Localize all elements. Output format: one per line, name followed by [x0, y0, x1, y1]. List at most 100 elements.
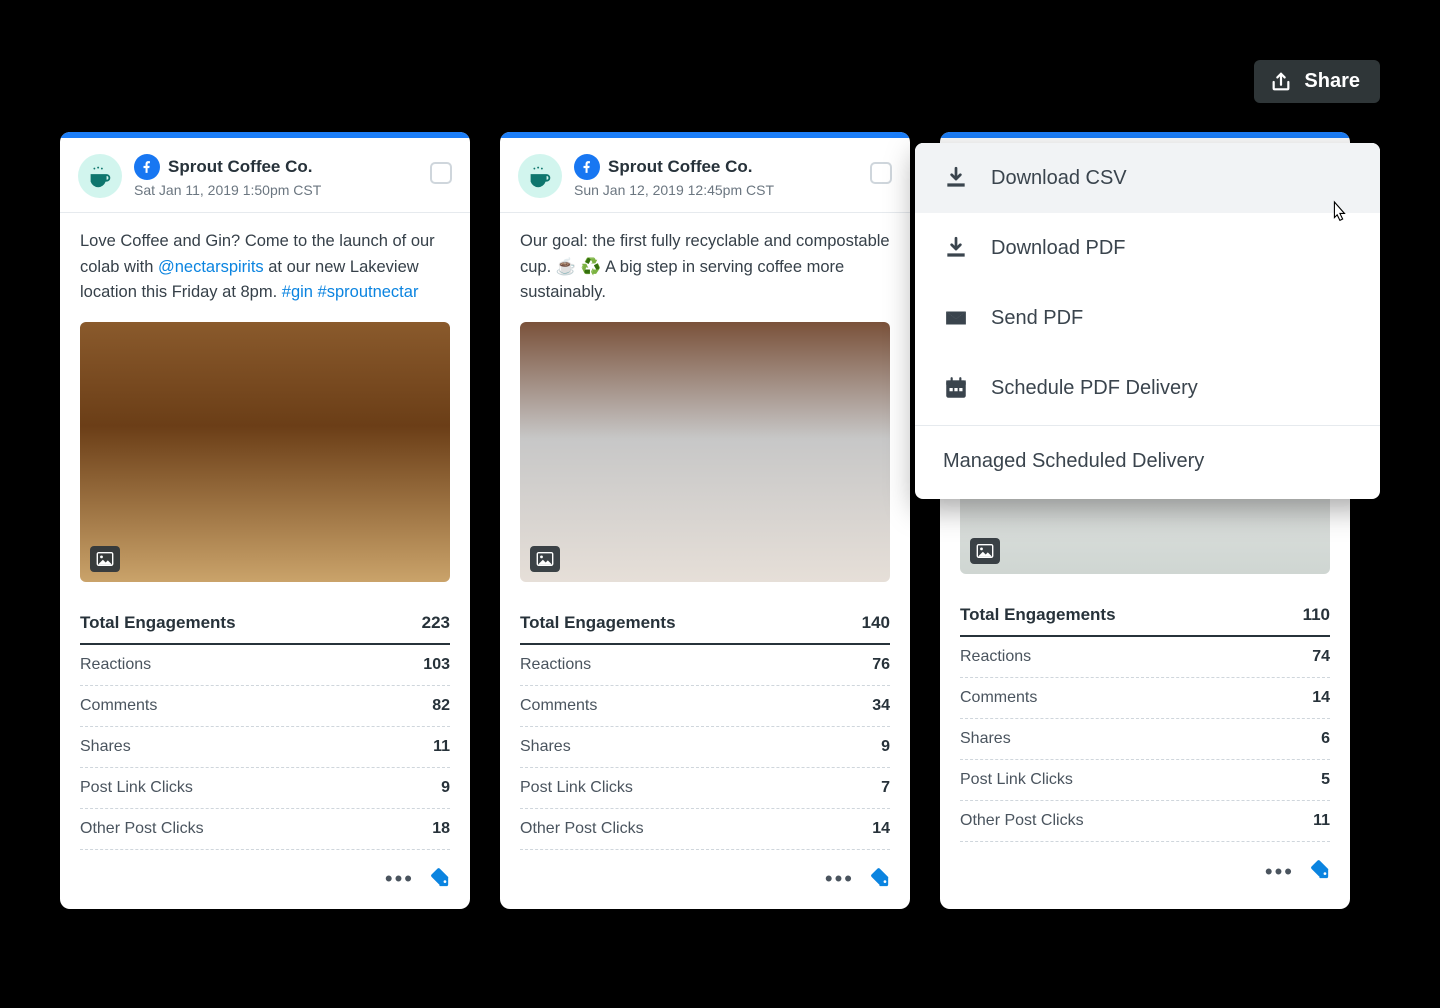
- share-label: Share: [1304, 70, 1360, 93]
- metric-value: 11: [1313, 812, 1330, 830]
- brand-avatar: [518, 154, 562, 198]
- metric-row: Post Link Clicks 9: [80, 768, 450, 809]
- menu-item-send-pdf[interactable]: Send PDF: [915, 283, 1380, 353]
- metric-row: Shares 11: [80, 727, 450, 768]
- menu-item-label: Download CSV: [991, 167, 1127, 190]
- menu-item-download-csv[interactable]: Download CSV: [915, 143, 1380, 213]
- card-accent: [940, 132, 1350, 138]
- hashtag-link[interactable]: #gin #sproutnectar: [282, 283, 419, 301]
- post-image[interactable]: [80, 322, 450, 582]
- facebook-icon: [134, 154, 160, 180]
- metric-row: Reactions76: [520, 645, 890, 686]
- download-icon: [943, 165, 969, 191]
- metric-total-row: Total Engagements 110: [960, 594, 1330, 637]
- facebook-icon: [574, 154, 600, 180]
- metric-row: Other Post Clicks 11: [960, 801, 1330, 842]
- post-timestamp: Sun Jan 12, 2019 12:45pm CST: [574, 182, 774, 198]
- metric-label: Shares: [80, 738, 131, 756]
- metric-value: 11: [433, 738, 450, 756]
- metric-row: Post Link Clicks 7: [520, 768, 890, 809]
- card-footer: •••: [940, 848, 1350, 901]
- metrics-table: Total Engagements 140 Reactions76 Commen…: [500, 582, 910, 856]
- metric-value: 14: [872, 820, 890, 838]
- metric-label: Post Link Clicks: [80, 779, 193, 797]
- metric-total-row: Total Engagements 223: [80, 602, 450, 645]
- company-name: Sprout Coffee Co.: [168, 157, 313, 177]
- cursor-pointer-icon: [1328, 200, 1350, 231]
- metric-label: Other Post Clicks: [80, 820, 204, 838]
- card-footer: •••: [60, 856, 470, 909]
- tag-icon[interactable]: [868, 866, 890, 893]
- menu-item-label: Send PDF: [991, 307, 1083, 330]
- post-card: Sprout Coffee Co. Sat Jan 11, 2019 1:50p…: [60, 132, 470, 909]
- menu-item-download-pdf[interactable]: Download PDF: [915, 213, 1380, 283]
- metric-row: Post Link Clicks 5: [960, 760, 1330, 801]
- metric-label: Other Post Clicks: [960, 812, 1084, 830]
- metric-row: Shares 6: [960, 719, 1330, 760]
- calendar-icon: [943, 375, 969, 401]
- metric-label: Total Engagements: [80, 613, 236, 633]
- metrics-table: Total Engagements 223 Reactions 103 Comme…: [60, 582, 470, 856]
- select-checkbox[interactable]: [430, 162, 452, 184]
- metric-label: Shares: [520, 738, 571, 756]
- metric-value: 14: [1312, 689, 1330, 707]
- metric-label: Reactions: [80, 656, 151, 674]
- post-text: Our goal: the first fully recyclable and…: [520, 232, 890, 301]
- metric-row: Other Post Clicks 14: [520, 809, 890, 850]
- metric-label: Reactions: [960, 648, 1031, 666]
- metric-label: Post Link Clicks: [520, 779, 633, 797]
- menu-item-label: Managed Scheduled Delivery: [943, 450, 1204, 472]
- metric-label: Comments: [960, 689, 1037, 707]
- image-type-icon: [970, 538, 1000, 564]
- metric-value: 34: [872, 697, 890, 715]
- more-menu-icon[interactable]: •••: [1265, 861, 1294, 883]
- mention-link[interactable]: @nectarspirits: [158, 258, 264, 276]
- metrics-table: Total Engagements 110 Reactions 74 Commen…: [940, 574, 1350, 848]
- select-checkbox[interactable]: [870, 162, 892, 184]
- metric-value: 74: [1312, 648, 1330, 666]
- menu-separator: [915, 425, 1380, 426]
- menu-item-label: Download PDF: [991, 237, 1126, 260]
- company-name: Sprout Coffee Co.: [608, 157, 753, 177]
- card-footer: •••: [500, 856, 910, 909]
- more-menu-icon[interactable]: •••: [385, 868, 414, 890]
- metric-row: Reactions 103: [80, 645, 450, 686]
- more-menu-icon[interactable]: •••: [825, 868, 854, 890]
- metric-label: Total Engagements: [520, 613, 676, 633]
- metric-row: Shares 9: [520, 727, 890, 768]
- metric-label: Post Link Clicks: [960, 771, 1073, 789]
- metric-label: Shares: [960, 730, 1011, 748]
- metric-row: Other Post Clicks 18: [80, 809, 450, 850]
- card-header: Sprout Coffee Co. Sun Jan 12, 2019 12:45…: [500, 138, 910, 213]
- metric-row: Reactions 74: [960, 637, 1330, 678]
- metric-value: 6: [1321, 730, 1330, 748]
- metric-value: 103: [423, 656, 450, 674]
- metric-row: Comments82: [80, 686, 450, 727]
- menu-item-schedule-pdf[interactable]: Schedule PDF Delivery: [915, 353, 1380, 423]
- metric-value: 9: [881, 738, 890, 756]
- menu-item-managed-delivery[interactable]: Managed Scheduled Delivery: [915, 428, 1380, 495]
- post-body: Our goal: the first fully recyclable and…: [500, 213, 910, 314]
- metric-value: 140: [862, 613, 890, 633]
- metric-row: Comments34: [520, 686, 890, 727]
- metric-total-row: Total Engagements 140: [520, 602, 890, 645]
- tag-icon[interactable]: [1308, 858, 1330, 885]
- coffee-cup-icon: [525, 161, 555, 191]
- metric-value: 7: [881, 779, 890, 797]
- metric-value: 18: [432, 820, 450, 838]
- metric-value: 9: [441, 779, 450, 797]
- coffee-cup-icon: [85, 161, 115, 191]
- menu-item-label: Schedule PDF Delivery: [991, 377, 1198, 400]
- tag-icon[interactable]: [428, 866, 450, 893]
- share-icon: [1270, 71, 1292, 93]
- metric-value: 5: [1321, 771, 1330, 789]
- image-type-icon: [90, 546, 120, 572]
- metric-label: Total Engagements: [960, 605, 1116, 625]
- share-dropdown: Download CSV Download PDF Send PDF Sched…: [915, 143, 1380, 499]
- post-image[interactable]: [520, 322, 890, 582]
- metric-value: 76: [872, 656, 890, 674]
- metric-label: Other Post Clicks: [520, 820, 644, 838]
- download-icon: [943, 235, 969, 261]
- share-button[interactable]: Share: [1254, 60, 1380, 103]
- brand-avatar: [78, 154, 122, 198]
